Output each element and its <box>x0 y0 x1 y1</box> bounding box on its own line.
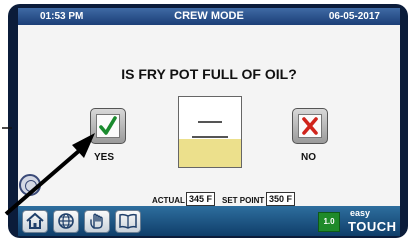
full-level-mark-bottom <box>192 136 228 138</box>
set-point-label: SET POINT <box>222 196 265 205</box>
set-point-value: 350 F <box>266 192 296 206</box>
language-button[interactable] <box>53 210 79 233</box>
title-bar: 01:53 PM CREW MODE 06-05-2017 <box>18 8 400 25</box>
oil-level-fill <box>179 139 241 167</box>
bottom-toolbar: 1.0 easy TOUCH <box>18 206 400 236</box>
book-icon <box>119 213 137 229</box>
no-button-face <box>298 114 322 138</box>
logo-line-1: easy <box>350 208 371 218</box>
side-action-button[interactable] <box>19 174 41 196</box>
globe-icon <box>58 213 74 229</box>
no-button[interactable] <box>292 108 328 144</box>
yes-button[interactable] <box>90 108 126 144</box>
tap-button[interactable] <box>84 210 110 233</box>
actual-temp-value: 345 F <box>186 192 216 206</box>
home-icon <box>26 212 44 229</box>
question-prompt: IS FRY POT FULL OF OIL? <box>121 66 297 82</box>
x-icon <box>302 117 318 135</box>
version-badge: 1.0 <box>318 212 340 232</box>
current-date: 06-05-2017 <box>328 11 380 22</box>
manual-button[interactable] <box>115 210 141 233</box>
touch-screen: 01:53 PM CREW MODE 06-05-2017 IS FRY POT… <box>18 8 400 236</box>
full-level-mark-top <box>198 121 222 123</box>
logo-line-2: TOUCH <box>348 219 397 234</box>
no-label: NO <box>301 152 316 163</box>
actual-temp-label: ACTUAL <box>152 196 185 205</box>
yes-button-face <box>96 114 120 138</box>
yes-label: YES <box>94 152 115 163</box>
fry-pot-icon <box>178 96 242 168</box>
hand-icon <box>90 213 103 229</box>
checkmark-icon <box>99 116 117 135</box>
home-button[interactable] <box>22 210 48 233</box>
